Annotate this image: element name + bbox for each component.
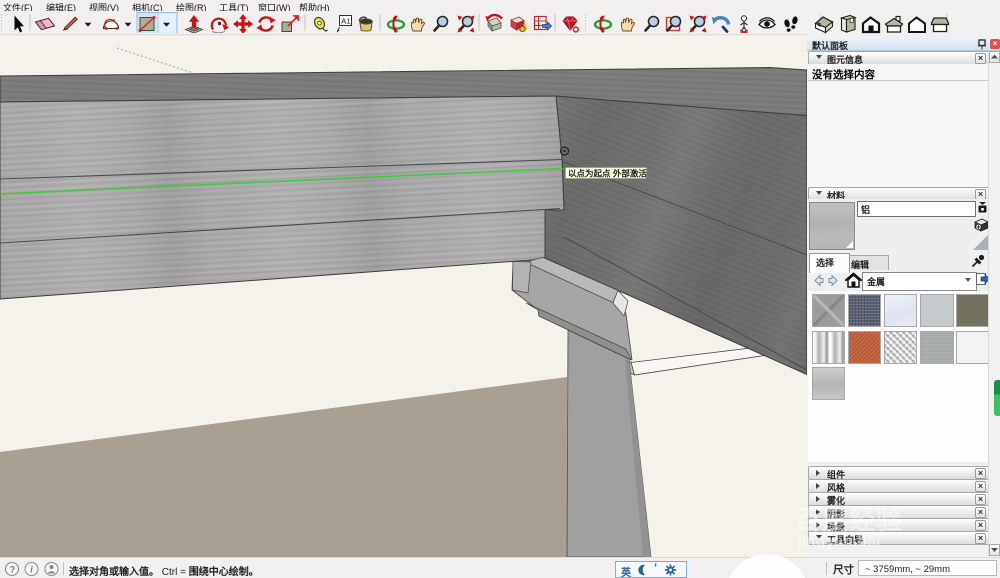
svg-text:以点为起点 外部激活: 以点为起点 外部激活 <box>568 169 647 179</box>
svg-text:?: ? <box>10 564 16 574</box>
svg-text:A1: A1 <box>341 17 350 26</box>
